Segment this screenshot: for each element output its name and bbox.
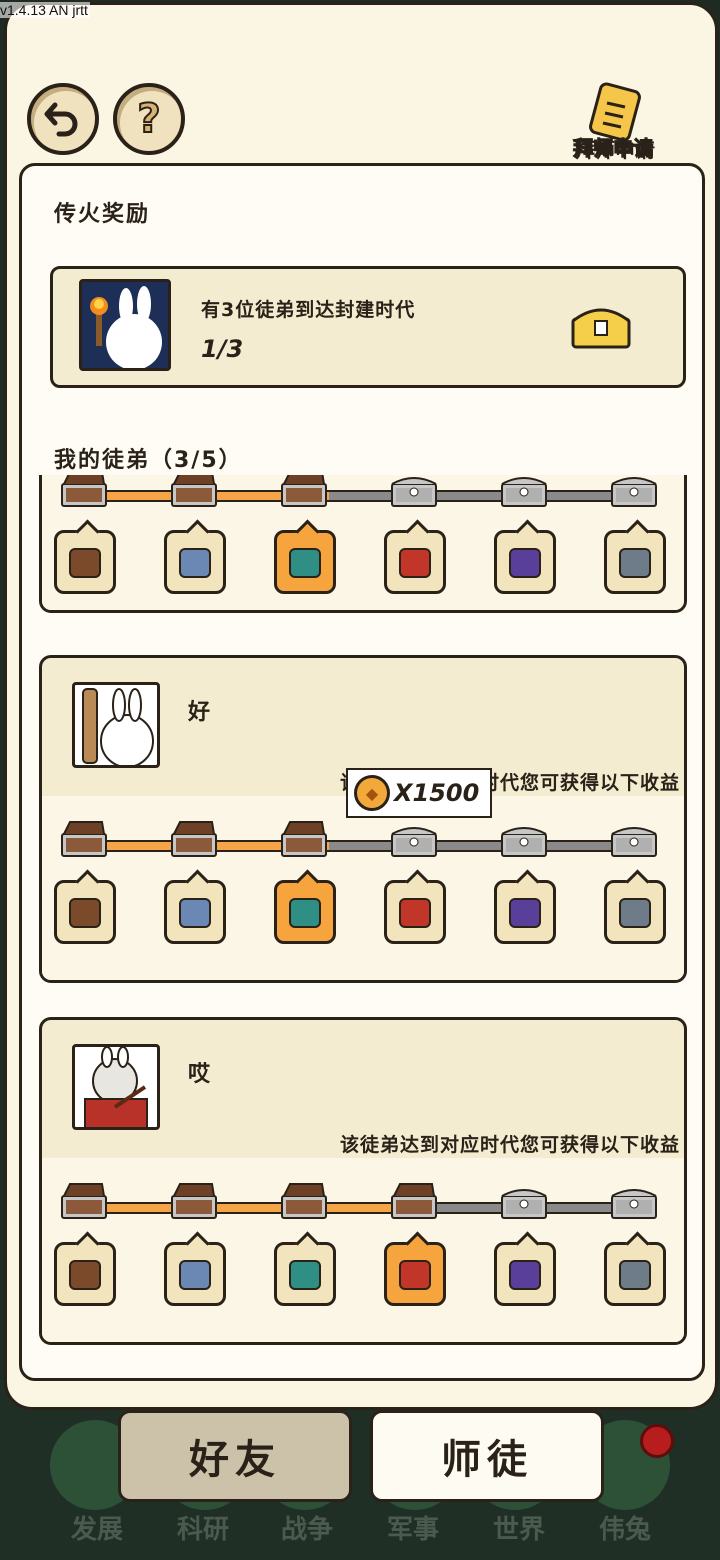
reward-chest-icon[interactable] — [170, 475, 218, 508]
era-strip — [42, 796, 684, 980]
back-arrow-icon — [44, 102, 78, 137]
disciple-list[interactable]: 好 该徒弟达到对应时代您可获得以下收益 哎 该徒弟达到对应时代您可获得以下收益 — [31, 475, 691, 1367]
apply-mentor-button[interactable]: 拜师申请 — [563, 82, 663, 161]
nav-item-military[interactable]: 军事 — [358, 1509, 468, 1546]
bronze-era-icon[interactable] — [274, 1242, 336, 1306]
disciple-name: 哎 — [188, 1062, 211, 1087]
reward-chest-icon[interactable] — [390, 820, 438, 858]
industrial-era-icon[interactable] — [494, 880, 556, 944]
primitive-era-icon[interactable] — [54, 880, 116, 944]
reward-chest-icon[interactable] — [500, 1182, 548, 1220]
disciple-card[interactable]: 好 该徒弟达到对应时代您可获得以下收益 — [39, 655, 687, 983]
reward-chest-icon[interactable] — [610, 475, 658, 508]
reward-section-title: 传火奖励 — [54, 202, 151, 227]
primitive-era-icon[interactable] — [54, 530, 116, 594]
disciples-section-title: 我的徒弟（3/5） — [54, 448, 243, 473]
nav-item-rabbit[interactable]: 伟兔 — [570, 1509, 680, 1546]
progress-fill — [84, 1204, 435, 1212]
reward-chest-icon[interactable] — [60, 475, 108, 508]
tab-mentor[interactable]: 师徒 — [370, 1410, 604, 1502]
feudal-era-icon[interactable] — [384, 880, 446, 944]
disciple-name: 好 — [188, 700, 211, 725]
disciple-card[interactable] — [39, 475, 687, 613]
reward-chest-icon[interactable] — [610, 820, 658, 858]
stone-era-icon[interactable] — [164, 1242, 226, 1306]
torch-rabbit-avatar — [79, 279, 171, 371]
modern-era-icon[interactable] — [604, 1242, 666, 1306]
reward-chest-icon[interactable] — [390, 1182, 438, 1220]
industrial-era-icon[interactable] — [494, 530, 556, 594]
disciple-avatar — [72, 682, 160, 768]
nav-item-war[interactable]: 战争 — [252, 1509, 362, 1546]
reward-chest-icon[interactable] — [390, 475, 438, 508]
reward-chest-icon[interactable] — [170, 1182, 218, 1220]
disciple-avatar — [72, 1044, 160, 1130]
nav-item-research[interactable]: 科研 — [148, 1509, 258, 1546]
mentor-panel: ? 拜师申请 传火奖励 有3位徒弟到达封建时代 1/3 我的徒弟（3/5） 好 … — [4, 2, 718, 1410]
feudal-era-icon[interactable] — [384, 530, 446, 594]
help-button[interactable]: ? — [113, 83, 185, 155]
back-button[interactable] — [27, 83, 99, 155]
disciple-card[interactable]: 哎 该徒弟达到对应时代您可获得以下收益 — [39, 1017, 687, 1345]
notification-badge — [640, 1424, 674, 1458]
gold-chest-icon[interactable] — [569, 299, 633, 351]
reward-chest-icon[interactable] — [60, 820, 108, 858]
nav-item-world[interactable]: 世界 — [464, 1509, 574, 1546]
tab-friends[interactable]: 好友 — [118, 1410, 352, 1502]
stone-era-icon[interactable] — [164, 880, 226, 944]
reward-chest-icon[interactable] — [170, 820, 218, 858]
reward-tooltip: ◆ X1500 — [346, 768, 492, 818]
progress-track — [82, 840, 642, 852]
modern-era-icon[interactable] — [604, 880, 666, 944]
reward-chest-icon[interactable] — [280, 1182, 328, 1220]
reward-chest-icon[interactable] — [280, 475, 328, 508]
reward-description: 有3位徒弟到达封建时代 — [201, 299, 416, 321]
era-strip — [42, 1158, 684, 1342]
disciple-hint: 该徒弟达到对应时代您可获得以下收益 — [339, 1134, 680, 1156]
progress-track — [82, 490, 642, 502]
reward-progress: 1/3 — [201, 335, 244, 363]
stone-era-icon[interactable] — [164, 530, 226, 594]
nav-item-develop[interactable]: 发展 — [42, 1509, 152, 1546]
reward-card[interactable]: 有3位徒弟到达封建时代 1/3 — [50, 266, 686, 388]
apply-mentor-label: 拜师申请 — [573, 136, 654, 161]
reward-chest-icon[interactable] — [500, 475, 548, 508]
version-label: v1.4.13 AN jrtt — [0, 2, 90, 18]
progress-track — [82, 1202, 642, 1214]
modern-era-icon[interactable] — [604, 530, 666, 594]
reward-chest-icon[interactable] — [280, 820, 328, 858]
tooltip-amount: X1500 — [394, 779, 480, 807]
coin-icon: ◆ — [354, 775, 390, 811]
industrial-era-icon[interactable] — [494, 1242, 556, 1306]
feudal-era-icon[interactable] — [384, 1242, 446, 1306]
primitive-era-icon[interactable] — [54, 1242, 116, 1306]
reward-chest-icon[interactable] — [500, 820, 548, 858]
reward-chest-icon[interactable] — [60, 1182, 108, 1220]
bronze-era-icon[interactable] — [274, 880, 336, 944]
reward-chest-icon[interactable] — [610, 1182, 658, 1220]
bronze-era-icon[interactable] — [274, 530, 336, 594]
